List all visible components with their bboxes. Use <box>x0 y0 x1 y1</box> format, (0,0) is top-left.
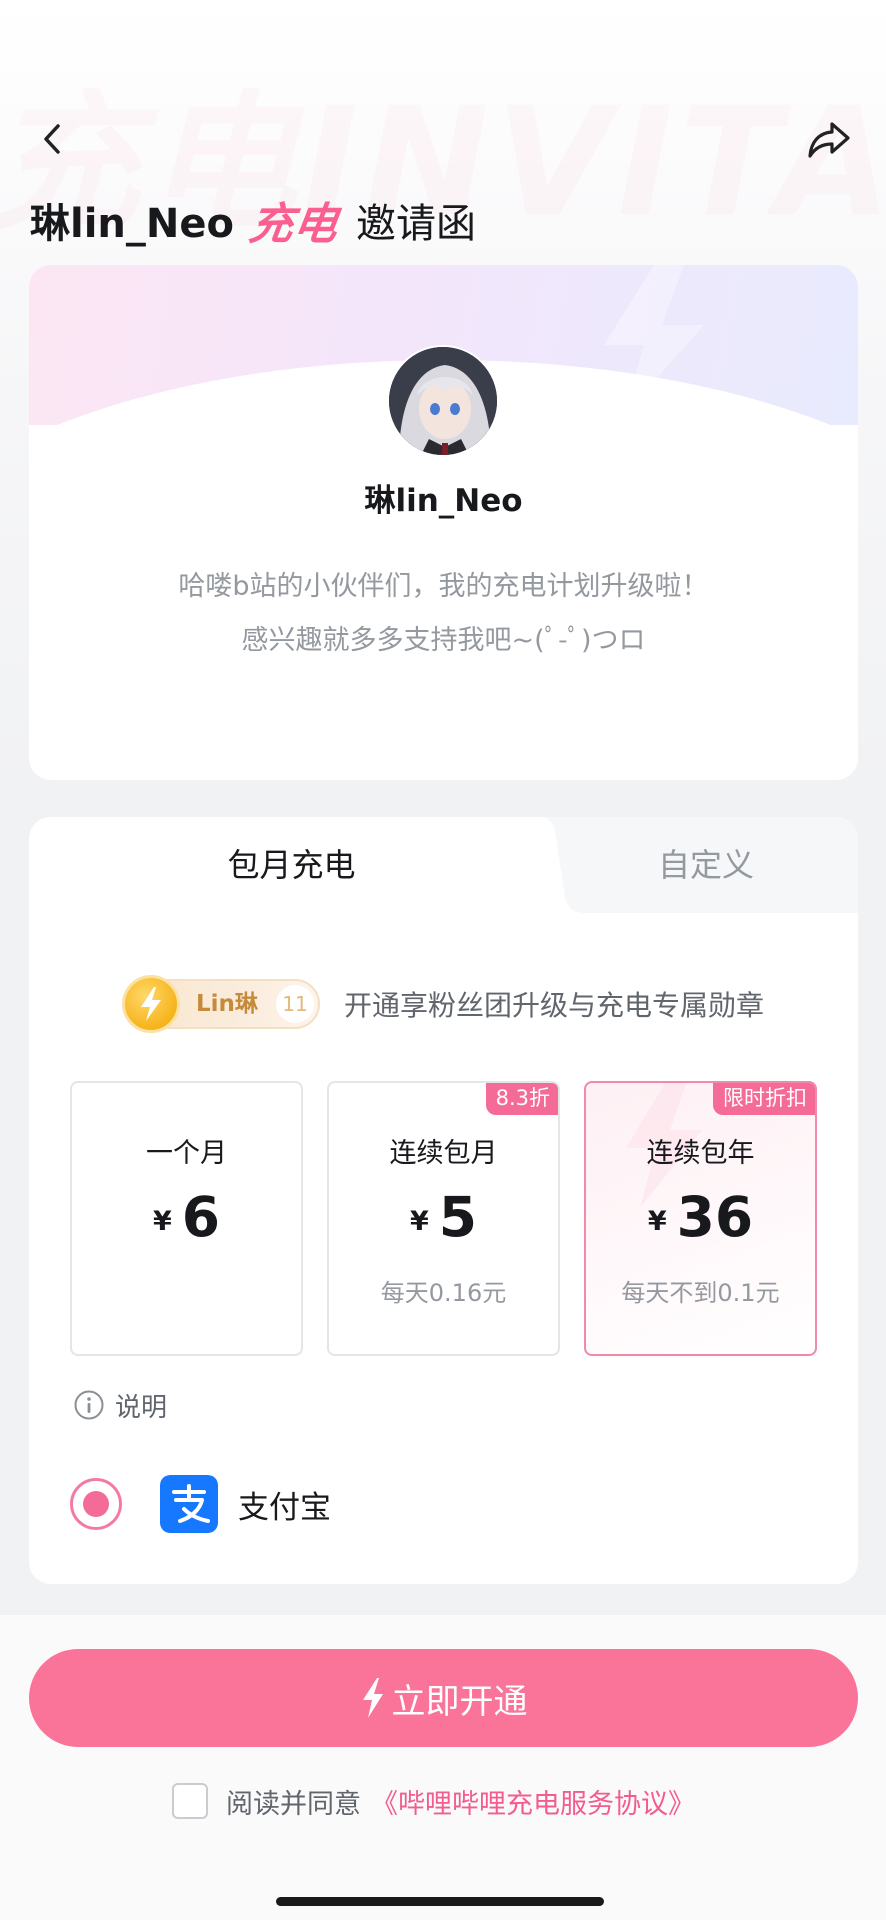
avatar[interactable] <box>387 345 499 457</box>
medal-level: 11 <box>276 985 314 1023</box>
agreement-checkbox[interactable] <box>172 1783 208 1819</box>
profile-card: 琳lin_Neo 哈喽b站的小伙伴们，我的充电计划升级啦！ 感兴趣就多多支持我吧… <box>29 265 858 780</box>
invite-title: 琳lin_Neo 充电 邀请函 <box>30 190 476 250</box>
chevron-left-icon[interactable] <box>34 116 70 162</box>
option-title: 一个月 <box>146 1138 227 1169</box>
plan-option-yearly-auto[interactable]: 限时折扣 连续包年 ¥36 每天不到0.1元 <box>584 1081 817 1356</box>
fan-medal: Lin琳 11 <box>122 975 320 1033</box>
currency-symbol: ¥ <box>647 1206 667 1237</box>
plan-card: 包月充电 自定义 Lin琳 11 开通享粉丝团升级与充电专属勋章 一个月 ¥6 … <box>29 817 858 1584</box>
payment-label: 支付宝 <box>238 1489 331 1526</box>
price-amount: 6 <box>181 1185 221 1249</box>
share-arrow-icon[interactable] <box>804 116 854 164</box>
discount-tag: 限时折扣 <box>713 1083 815 1115</box>
explain-link[interactable]: 说明 <box>73 1385 167 1425</box>
agreement-text: 阅读并同意 <box>226 1788 361 1820</box>
payment-radio[interactable] <box>70 1478 122 1530</box>
lightning-icon <box>362 1678 383 1718</box>
currency-symbol: ¥ <box>152 1206 172 1237</box>
title-suffix: 邀请函 <box>355 201 476 247</box>
avatar-image <box>389 347 497 455</box>
payment-method-alipay[interactable]: 支付宝 <box>70 1473 331 1535</box>
currency-symbol: ¥ <box>409 1206 429 1237</box>
agreement-link[interactable]: 《哔哩哔哩充电服务协议》 <box>371 1782 695 1821</box>
explain-label: 说明 <box>115 1392 168 1423</box>
description-line-2: 感兴趣就多多支持我吧~(ﾟ-ﾟ)つロ <box>241 625 646 656</box>
medal-lightning-icon <box>122 975 180 1033</box>
option-price: ¥6 <box>72 1185 301 1249</box>
plan-option-one-month[interactable]: 一个月 ¥6 <box>70 1081 303 1356</box>
benefit-row: Lin琳 11 开通享粉丝团升级与充电专属勋章 <box>122 975 765 1033</box>
tab-monthly[interactable]: 包月充电 <box>29 817 554 913</box>
price-amount: 36 <box>676 1185 754 1249</box>
option-price: ¥36 <box>586 1185 815 1249</box>
charge-word: 充电 <box>245 199 341 250</box>
agreement-row: 阅读并同意 《哔哩哔哩充电服务协议》 <box>172 1781 695 1821</box>
option-title: 连续包月 <box>389 1138 498 1169</box>
tab-custom[interactable]: 自定义 <box>554 817 858 913</box>
option-price: ¥5 <box>329 1185 558 1249</box>
home-indicator[interactable] <box>276 1897 604 1906</box>
profile-description: 哈喽b站的小伙伴们，我的充电计划升级啦！ 感兴趣就多多支持我吧~(ﾟ-ﾟ)つロ <box>29 560 858 668</box>
info-icon <box>74 1390 104 1420</box>
option-subtext: 每天0.16元 <box>380 1279 507 1307</box>
activate-label: 立即开通 <box>391 1681 528 1722</box>
alipay-icon <box>160 1475 218 1533</box>
plan-option-monthly-auto[interactable]: 8.3折 连续包月 ¥5 每天0.16元 <box>327 1081 560 1356</box>
creator-name: 琳lin_Neo <box>30 201 234 247</box>
option-subtext: 每天不到0.1元 <box>621 1279 780 1307</box>
option-title: 连续包年 <box>646 1138 755 1169</box>
activate-button[interactable]: 立即开通 <box>29 1649 858 1747</box>
price-amount: 5 <box>438 1185 478 1249</box>
discount-tag: 8.3折 <box>485 1083 558 1115</box>
benefit-text: 开通享粉丝团升级与充电专属勋章 <box>344 989 765 1022</box>
description-line-1: 哈喽b站的小伙伴们，我的充电计划升级啦！ <box>178 571 709 602</box>
medal-name: Lin琳 <box>196 991 258 1017</box>
profile-name: 琳lin_Neo <box>364 483 523 519</box>
